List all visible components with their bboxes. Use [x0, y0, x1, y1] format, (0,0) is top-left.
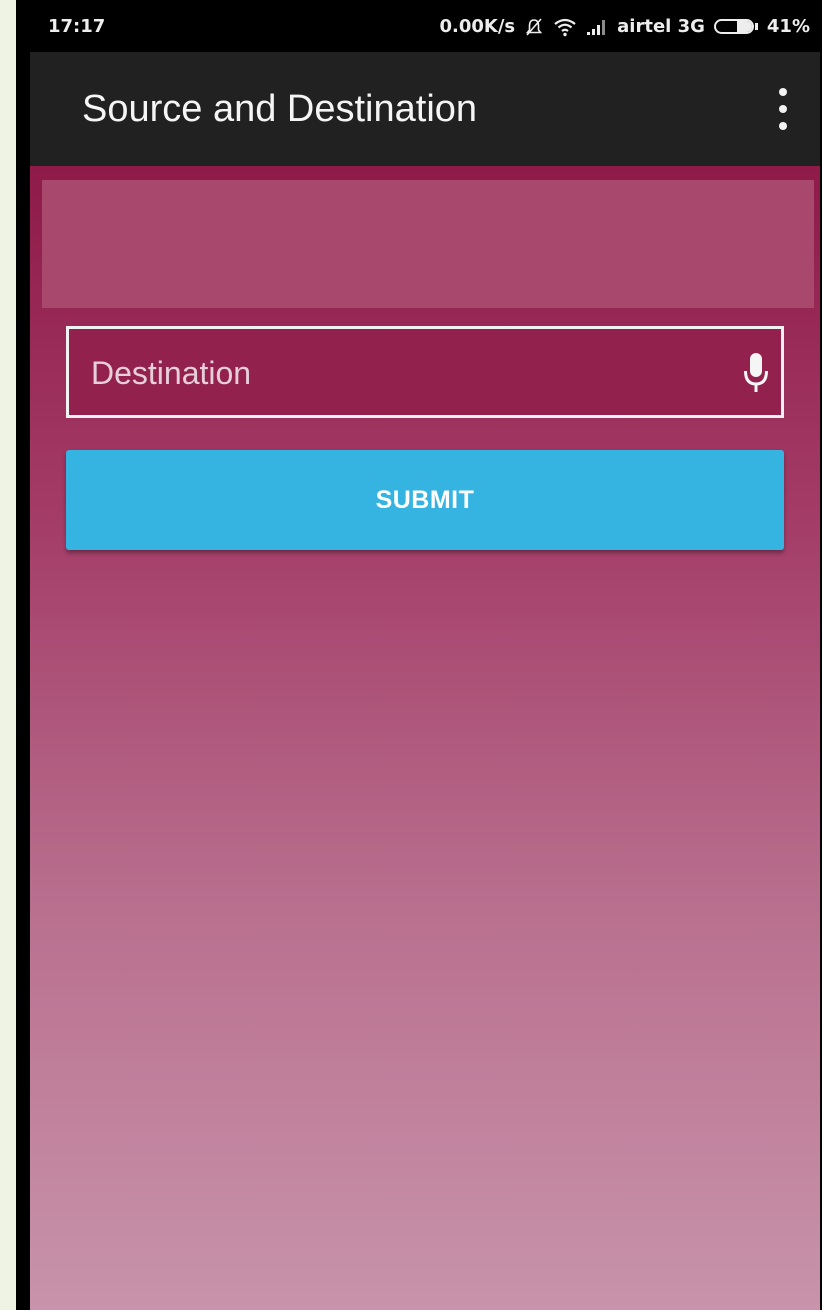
overflow-menu-icon[interactable]	[774, 88, 792, 130]
mute-icon	[524, 17, 544, 37]
battery-fill	[737, 21, 752, 32]
submit-button[interactable]: SUBMIT	[66, 450, 784, 550]
microphone-icon[interactable]	[743, 351, 769, 395]
battery-icon	[713, 19, 758, 34]
header-banner	[42, 180, 814, 308]
battery-percentage: 41%	[766, 16, 810, 37]
page-title: Source and Destination	[82, 88, 478, 130]
main-content: SUBMIT	[30, 166, 820, 1310]
status-indicators: 0.00K/s airtel 3G 41%	[440, 16, 811, 37]
signal-icon	[586, 18, 608, 36]
carrier-label: airtel 3G	[617, 16, 705, 37]
destination-input[interactable]	[89, 329, 693, 417]
wifi-icon	[553, 17, 577, 37]
network-speed: 0.00K/s	[439, 16, 516, 37]
status-bar: 17:17 0.00K/s airtel 3G 41%	[30, 0, 820, 52]
app-bar: Source and Destination	[30, 52, 820, 166]
device-frame: 17:17 0.00K/s airtel 3G 41% Source and D…	[16, 0, 822, 1310]
status-time: 17:17	[48, 16, 106, 37]
destination-field[interactable]	[66, 326, 784, 418]
